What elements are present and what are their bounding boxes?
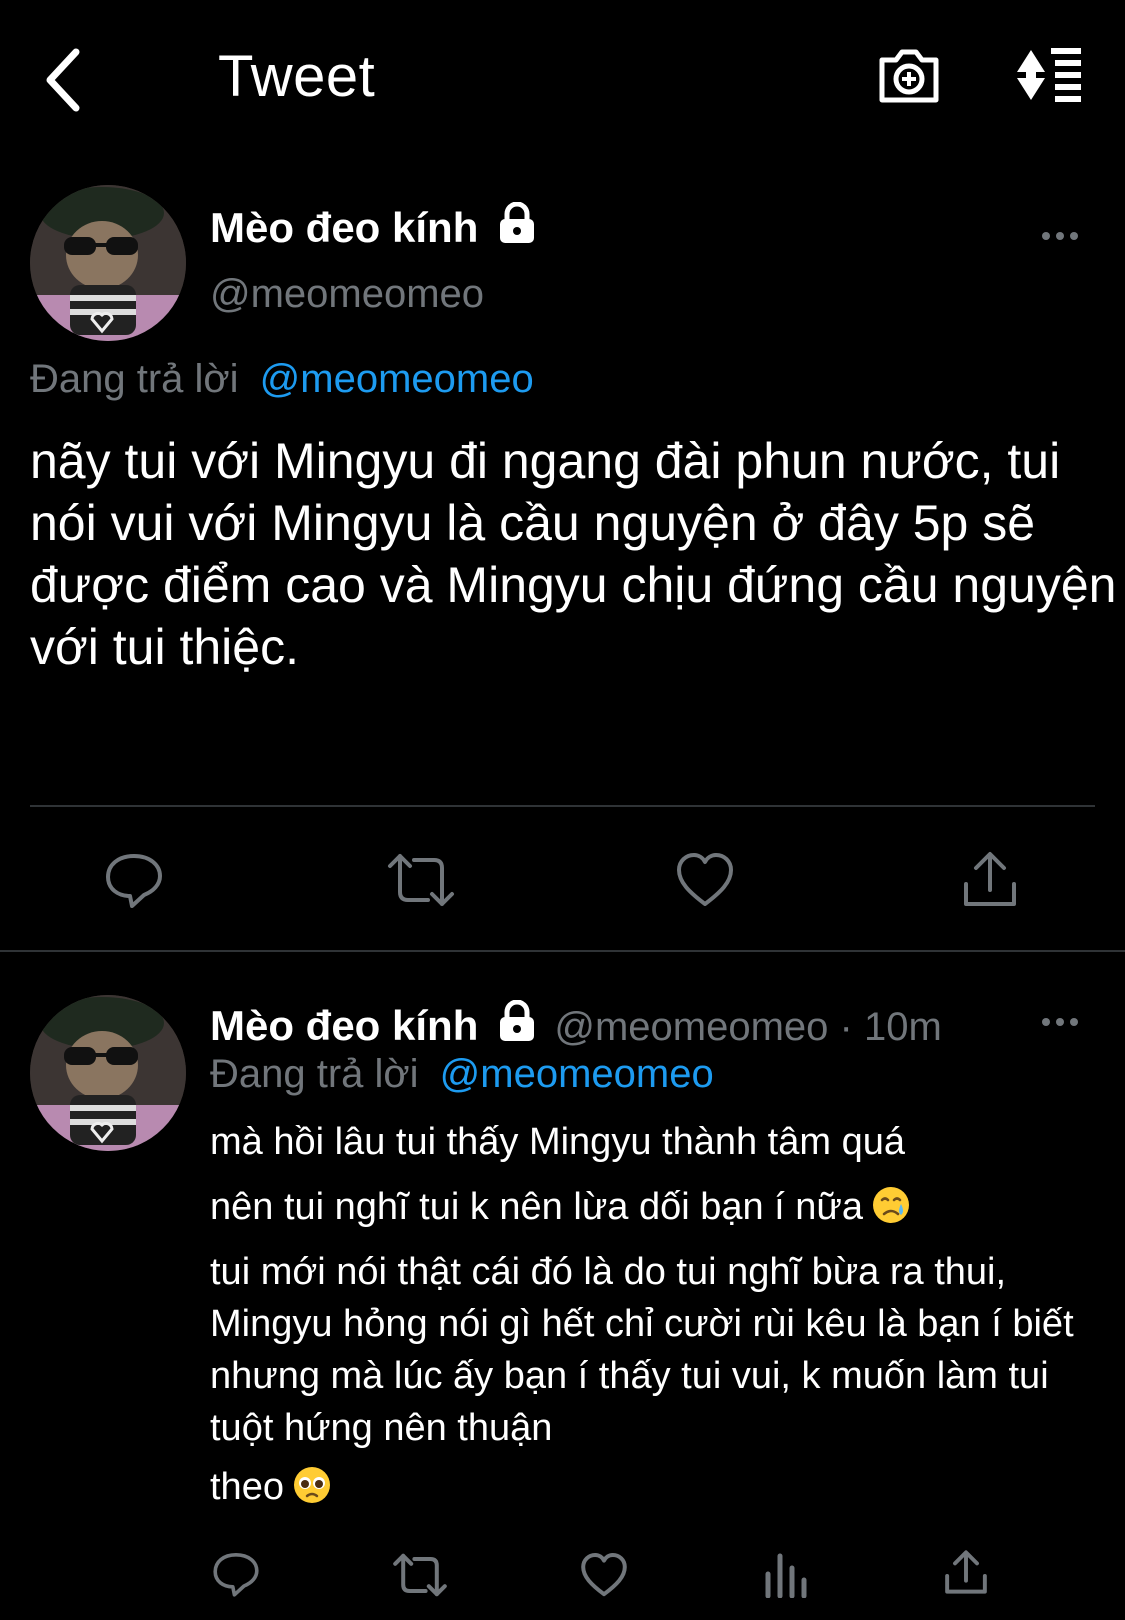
share-button[interactable]: [944, 1548, 988, 1601]
sort-icon: [1017, 48, 1081, 102]
cat-avatar-image: [30, 185, 186, 341]
share-button[interactable]: [962, 850, 1018, 913]
analytics-icon: [765, 1553, 807, 1599]
replying-to-line: Đang trả lời @meomeomeo: [30, 355, 534, 403]
replying-to-link[interactable]: @meomeomeo: [260, 357, 534, 401]
more-button[interactable]: [1038, 1008, 1082, 1036]
author-name-row: Mèo đeo kính: [210, 201, 538, 253]
reply-button[interactable]: [104, 850, 164, 915]
divider: [30, 805, 1095, 807]
sort-button[interactable]: [1015, 46, 1091, 106]
reply-icon: [106, 854, 162, 908]
camera-plus-icon: [879, 49, 939, 103]
back-button[interactable]: [40, 40, 100, 120]
cat-avatar-image: [30, 995, 186, 1151]
retweet-button[interactable]: [386, 852, 456, 913]
avatar[interactable]: [30, 995, 186, 1151]
reply-author-row: Mèo đeo kính @meomeomeo · 10m: [210, 999, 942, 1051]
avatar[interactable]: [30, 185, 186, 341]
back-arrow-icon: [46, 48, 80, 112]
replying-to-link[interactable]: @meomeomeo: [440, 1052, 714, 1096]
author-name[interactable]: Mèo đeo kính: [210, 204, 478, 251]
tweet-text: nãy tui với Mingyu đi ngang đài phun nướ…: [30, 433, 1117, 675]
lock-icon: [496, 999, 538, 1047]
page-title: Tweet: [218, 44, 376, 109]
retweet-button[interactable]: [392, 1552, 448, 1603]
reply-line: theo: [210, 1466, 284, 1508]
reply-button[interactable]: [212, 1550, 260, 1603]
analytics-button[interactable]: [764, 1552, 808, 1603]
section-divider: [0, 950, 1125, 952]
pleading-face-emoji: [292, 1460, 332, 1526]
share-icon: [964, 852, 1016, 906]
author-handle: @meomeomeo: [210, 272, 485, 316]
reply-line: nên tui nghĩ tui k nên lừa dối bạn í nữa: [210, 1186, 863, 1228]
like-button[interactable]: [675, 852, 735, 913]
replying-label: Đang trả lời: [210, 1052, 419, 1096]
more-icon: [1038, 222, 1082, 250]
share-icon: [945, 1550, 987, 1594]
more-icon: [1038, 1008, 1082, 1036]
like-icon: [581, 1553, 627, 1597]
reply-line: tui mới nói thật cái đó là do tui nghĩ b…: [210, 1251, 1074, 1449]
replying-to-line: Đang trả lời @meomeomeo: [210, 1050, 714, 1098]
lock-icon: [496, 201, 538, 249]
retweet-icon: [393, 1553, 447, 1597]
retweet-icon: [388, 854, 454, 906]
reply-text: mà hồi lâu tui thấy Mingyu thành tâm quá…: [210, 1110, 1090, 1526]
reply-icon: [213, 1553, 259, 1597]
crying-face-emoji: [871, 1180, 911, 1246]
more-button[interactable]: [1038, 222, 1082, 250]
like-button[interactable]: [580, 1552, 628, 1603]
replying-label: Đang trả lời: [30, 357, 239, 401]
reply-line: mà hồi lâu tui thấy Mingyu thành tâm quá: [210, 1121, 905, 1163]
reply-line-with-emoji: nên tui nghĩ tui k nên lừa dối bạn í nữa: [210, 1174, 1090, 1246]
like-icon: [677, 853, 733, 906]
author-handle-time: @meomeomeo · 10m: [554, 1005, 942, 1049]
author-name[interactable]: Mèo đeo kính: [210, 1002, 478, 1049]
camera-button[interactable]: [876, 42, 942, 108]
reply-line-with-emoji: theo: [210, 1454, 1090, 1526]
